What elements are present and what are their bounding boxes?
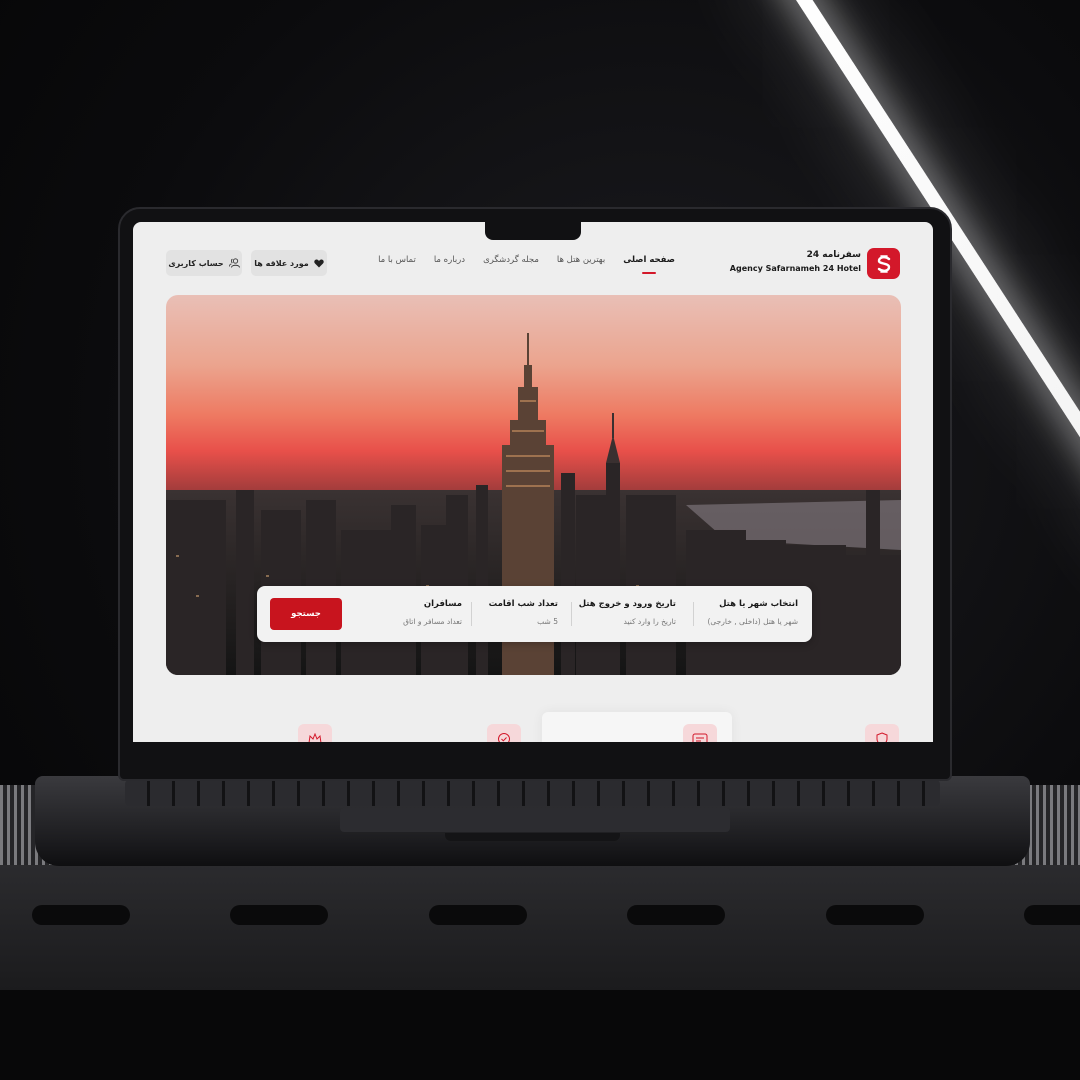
main-menu: صفحه اصلی بهترین هتل ها مجله گردشگری درب… — [378, 255, 675, 274]
brand-logo[interactable] — [867, 248, 900, 279]
field-dates-label: تاریخ ورود و خروج هتل — [578, 599, 676, 609]
feature-check — [487, 724, 521, 742]
field-city-hotel[interactable]: انتخاب شهر یا هتل شهر یا هتل (داخلی , خا… — [707, 599, 798, 626]
field-city-label: انتخاب شهر یا هتل — [719, 599, 798, 609]
floor — [0, 990, 1080, 1080]
field-dates-hint: تاریخ را وارد کنید — [623, 617, 676, 626]
nav-item-contact[interactable]: تماس با ما — [378, 255, 416, 265]
hotel-search-bar: انتخاب شهر یا هتل شهر یا هتل (داخلی , خا… — [257, 586, 812, 642]
camera-notch — [485, 220, 581, 240]
crown-icon — [308, 733, 322, 742]
stand-slot — [230, 905, 328, 925]
feature-shield — [865, 724, 899, 742]
account-label: حساب کاربری — [168, 258, 224, 268]
field-divider — [571, 602, 572, 626]
field-travelers[interactable]: مسافران تعداد مسافر و اتاق — [403, 599, 462, 626]
users-icon — [228, 258, 240, 268]
stand-slot — [32, 905, 130, 925]
nav-item-travel-magazine[interactable]: مجله گردشگری — [483, 255, 539, 265]
shield-icon — [876, 732, 888, 742]
feature-message — [683, 724, 717, 742]
check-badge-icon — [498, 733, 510, 742]
base-lip — [445, 833, 620, 841]
message-card-icon — [692, 733, 708, 742]
brand-s-logo-icon — [877, 254, 890, 273]
field-travelers-label: مسافران — [423, 599, 462, 609]
field-travelers-hint: تعداد مسافر و اتاق — [403, 617, 462, 626]
keyboard — [125, 780, 940, 806]
nav-item-home[interactable]: صفحه اصلی — [623, 255, 675, 274]
website-screen: سفرنامه 24 Agency Safarnameh 24 Hotel صف… — [133, 222, 933, 742]
field-nights-hint: 5 شب — [537, 617, 558, 626]
favorites-label: مورد علاقه ها — [254, 258, 309, 268]
feature-crown — [298, 724, 332, 742]
brand-name-fa: سفرنامه 24 — [806, 250, 861, 260]
favorites-button[interactable]: مورد علاقه ها — [251, 250, 327, 276]
field-divider — [471, 602, 472, 626]
field-divider — [693, 602, 694, 626]
trackpad — [340, 808, 730, 832]
brand-text: سفرنامه 24 Agency Safarnameh 24 Hotel — [730, 250, 861, 273]
stand-slot — [627, 905, 725, 925]
field-city-hint: شهر یا هتل (داخلی , خارجی) — [707, 617, 798, 626]
field-nights-label: تعداد شب اقامت — [488, 599, 558, 609]
nav-item-about[interactable]: درباره ما — [434, 255, 465, 265]
heart-icon — [314, 259, 324, 267]
search-button[interactable]: جستجو — [270, 598, 342, 630]
brand-name-en: Agency Safarnameh 24 Hotel — [729, 264, 861, 273]
nav-item-best-hotels[interactable]: بهترین هتل ها — [557, 255, 605, 265]
field-dates[interactable]: تاریخ ورود و خروج هتل تاریخ را وارد کنید — [579, 599, 676, 626]
field-nights[interactable]: تعداد شب اقامت 5 شب — [489, 599, 558, 626]
account-button[interactable]: حساب کاربری — [166, 250, 242, 276]
stand-slot — [826, 905, 924, 925]
stand-front — [0, 865, 1080, 990]
stand-slot — [1024, 905, 1080, 925]
stand-slot — [429, 905, 527, 925]
